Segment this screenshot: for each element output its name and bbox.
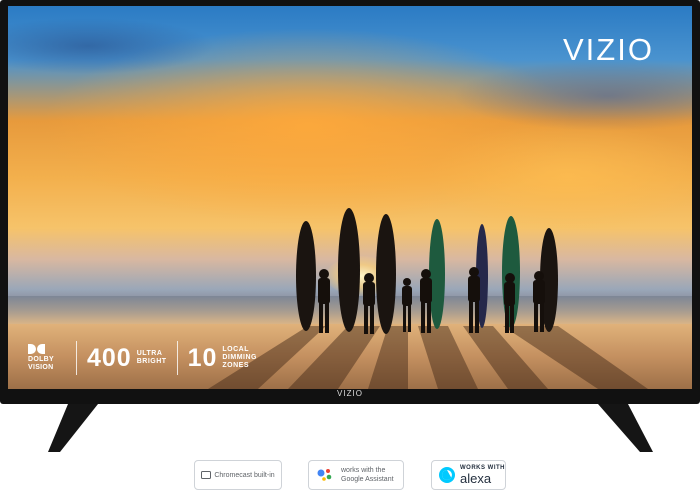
dolby-line2: VISION (28, 364, 54, 371)
bezel-logo: VIZIO (337, 389, 363, 398)
alexa-badge: WORKS WITH alexa (431, 460, 506, 490)
dimming-line3: ZONES (222, 362, 249, 369)
alexa-icon (439, 467, 455, 483)
dolby-icon (28, 344, 45, 354)
dimming-feature: 10 LOCAL DIMMING ZONES (188, 344, 257, 373)
chromecast-icon (201, 471, 212, 479)
compatibility-badges: Chromecast built-in works with the Googl… (0, 460, 700, 490)
dolby-vision-badge: DOLBY VISION (28, 344, 66, 372)
brightness-line1: ULTRA (136, 350, 163, 357)
chromecast-badge: Chromecast built-in (194, 460, 282, 490)
feature-bar: DOLBY VISION 400 ULTRA BRIGHT 10 LOCAL D… (28, 338, 257, 378)
google-assistant-icon (317, 469, 332, 481)
dimming-line2: DIMMING (222, 354, 257, 361)
vizio-logo: VIZIO (563, 32, 654, 67)
feature-divider (176, 341, 178, 375)
brightness-value: 400 (87, 343, 132, 372)
tv-screen: VIZIO DOLBY VISION 400 ULTRA BRIGHT 10 L… (8, 6, 692, 389)
google-assistant-badge: works with the Google Assistant (308, 460, 404, 490)
brightness-feature: 400 ULTRA BRIGHT (87, 344, 167, 373)
alexa-line2: alexa (460, 471, 492, 486)
chromecast-label: Chromecast built-in (214, 471, 275, 479)
brightness-line2: BRIGHT (136, 358, 167, 365)
tv-stand-left (48, 404, 98, 452)
tv-stand-right (598, 404, 653, 452)
ga-line1: works with the (341, 467, 386, 474)
feature-divider (76, 341, 77, 375)
tv-frame: VIZIO DOLBY VISION 400 ULTRA BRIGHT 10 L… (0, 0, 700, 404)
ga-line2: Google Assistant (341, 476, 394, 483)
dolby-line1: DOLBY (28, 356, 54, 363)
dimming-value: 10 (187, 343, 218, 372)
dimming-line1: LOCAL (222, 346, 249, 353)
